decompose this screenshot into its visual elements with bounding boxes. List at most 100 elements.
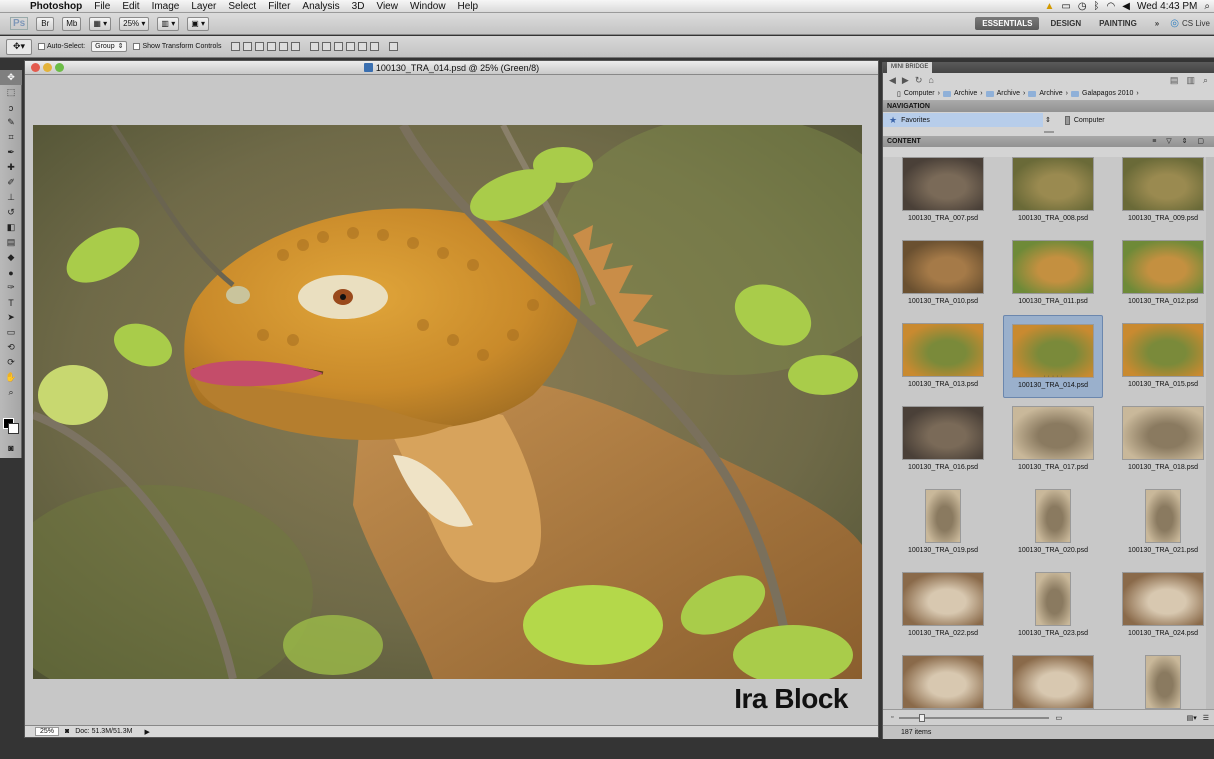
thumbnail-item[interactable]: 100130_TRA_013.psd — [893, 315, 993, 398]
move-tool-icon[interactable]: ✥ — [0, 70, 22, 85]
tools-menu-icon[interactable]: ▥ — [1186, 75, 1195, 86]
type-tool-icon[interactable]: T — [0, 295, 22, 310]
menu-edit[interactable]: Edit — [116, 0, 145, 13]
menu-file[interactable]: File — [88, 0, 116, 13]
rating-dots[interactable]: · · · · · — [1004, 373, 1102, 380]
menu-window[interactable]: Window — [404, 0, 452, 13]
launch-bridge-button[interactable]: Br — [36, 16, 55, 31]
thumbnail-item[interactable] — [893, 647, 993, 710]
auto-select-dropdown[interactable]: Group ⇕ — [91, 41, 128, 52]
menubar-clock[interactable]: Wed 4:43 PM — [1137, 1, 1197, 12]
time-machine-icon[interactable]: ◷ — [1078, 1, 1087, 12]
list-view-icon[interactable]: ☰ — [1203, 714, 1214, 722]
eraser-tool-icon[interactable]: ◧ — [0, 220, 22, 235]
lasso-tool-icon[interactable]: ↄ — [0, 100, 22, 115]
slider-knob[interactable] — [919, 713, 926, 722]
marquee-tool-icon[interactable]: ⬚ — [0, 85, 22, 100]
menu-layer[interactable]: Layer — [185, 0, 222, 13]
thumbnail-item[interactable]: 100130_TRA_018.psd — [1113, 398, 1213, 481]
pen-tool-icon[interactable]: ✑ — [0, 280, 22, 295]
minimize-window-icon[interactable] — [43, 63, 52, 72]
large-thumb-icon[interactable]: ▭ — [1055, 714, 1062, 722]
forward-arrow-icon[interactable]: ▶ — [902, 75, 909, 86]
bluetooth-icon[interactable]: ᛒ — [1094, 1, 1100, 12]
align-top-icon[interactable] — [231, 42, 241, 51]
quick-select-tool-icon[interactable]: ✎ — [0, 115, 22, 130]
align-left-icon[interactable] — [267, 42, 277, 51]
volume-icon[interactable]: ◀ — [1122, 1, 1130, 12]
thumbnail-item[interactable]: 100130_TRA_015.psd — [1113, 315, 1213, 398]
menu-view[interactable]: View — [370, 0, 404, 13]
align-bottom-icon[interactable] — [255, 42, 265, 51]
thumbnail-item[interactable]: 100130_TRA_019.psd — [893, 481, 993, 564]
zoom-tool-icon[interactable]: ⌕ — [0, 385, 22, 400]
thumbnail-item[interactable]: 100130_TRA_024.psd — [1113, 564, 1213, 647]
distribute-left-icon[interactable] — [346, 42, 356, 51]
3d-orbit-tool-icon[interactable]: ⟳ — [0, 355, 22, 370]
dodge-tool-icon[interactable]: ● — [0, 265, 22, 280]
computer-item[interactable]: Computer — [1051, 115, 1105, 125]
battery-icon[interactable]: ▭ — [1061, 1, 1070, 12]
menu-3d[interactable]: 3D — [346, 0, 371, 13]
search-icon[interactable]: ⌕ — [1203, 75, 1208, 86]
menu-image[interactable]: Image — [146, 0, 186, 13]
menu-select[interactable]: Select — [222, 0, 262, 13]
iguana-photo[interactable] — [33, 125, 862, 679]
more-workspaces-button[interactable]: » — [1148, 17, 1166, 30]
thumbnail-item[interactable]: 100130_TRA_012.psd — [1113, 232, 1213, 315]
clone-stamp-tool-icon[interactable]: ⊥ — [0, 190, 22, 205]
breadcrumb-computer[interactable]: Computer — [904, 90, 935, 97]
view-extras-button[interactable]: ▦ ▾ — [89, 16, 112, 31]
blur-tool-icon[interactable]: ◆ — [0, 250, 22, 265]
thumbnail-item[interactable]: 100130_TRA_009.psd — [1113, 157, 1213, 232]
workspace-design[interactable]: DESIGN — [1043, 17, 1088, 30]
thumbnail-item[interactable] — [1113, 647, 1213, 710]
3d-rotate-tool-icon[interactable]: ⟲ — [0, 340, 22, 355]
move-tool-preset-icon[interactable]: ✥▾ — [6, 38, 32, 55]
screen-mode-button[interactable]: ▣ ▾ — [187, 16, 210, 31]
shape-tool-icon[interactable]: ▭ — [0, 325, 22, 340]
background-color-swatch[interactable] — [8, 423, 19, 434]
thumbnail-item[interactable]: 100130_TRA_007.psd — [893, 157, 993, 232]
healing-brush-tool-icon[interactable]: ✚ — [0, 160, 22, 175]
canvas-area[interactable]: Ira Block — [25, 75, 878, 725]
align-right-icon[interactable] — [291, 42, 301, 51]
nav-scroll-icon[interactable]: ⇕ — [1043, 116, 1051, 124]
thumbnail-item[interactable]: 100130_TRA_010.psd — [893, 232, 993, 315]
eyedropper-tool-icon[interactable]: ✒ — [0, 145, 22, 160]
align-hcenter-icon[interactable] — [279, 42, 289, 51]
status-menu-arrow-icon[interactable]: ▶ — [144, 728, 149, 736]
view-options-icon[interactable]: ▤▾ — [1187, 714, 1197, 722]
breadcrumb-archive-3[interactable]: Archive — [1039, 90, 1062, 97]
status-zoom-field[interactable]: 25% — [35, 727, 59, 736]
zoom-window-icon[interactable] — [55, 63, 64, 72]
menu-photoshop[interactable]: Photoshop — [24, 0, 88, 13]
thumbnail-size-slider[interactable] — [899, 713, 1050, 722]
launch-mini-bridge-button[interactable]: Mb — [62, 16, 82, 31]
breadcrumb-galapagos[interactable]: Galapagos 2010 — [1082, 90, 1133, 97]
show-transform-option[interactable]: Show Transform Controls — [133, 43, 221, 50]
back-arrow-icon[interactable]: ◀ — [889, 75, 896, 86]
auto-select-checkbox[interactable] — [38, 43, 45, 50]
auto-select-option[interactable]: Auto-Select: — [38, 43, 85, 50]
small-thumb-icon[interactable]: ▫ — [891, 714, 893, 721]
distribute-vcenter-icon[interactable] — [322, 42, 332, 51]
thumbnail-item[interactable]: 100130_TRA_021.psd — [1113, 481, 1213, 564]
warning-icon[interactable]: ▲ — [1044, 1, 1054, 12]
content-header-icons[interactable]: ≡ ▽ ⇕ ▢ — [1152, 136, 1214, 147]
panel-view-icon[interactable]: ▤ — [1170, 75, 1179, 86]
panel-resize-grip[interactable] — [883, 128, 1214, 136]
brush-tool-icon[interactable]: ✐ — [0, 175, 22, 190]
thumbnail-item[interactable]: 100130_TRA_023.psd — [1003, 564, 1103, 647]
thumbnail-item[interactable]: · · · · · 100130_TRA_014.psd — [1003, 315, 1103, 398]
arrange-documents-button[interactable]: ▥ ▾ — [157, 16, 180, 31]
status-preview-icon[interactable]: ◙ — [65, 728, 69, 735]
menu-help[interactable]: Help — [452, 0, 485, 13]
thumbnail-item[interactable]: 100130_TRA_022.psd — [893, 564, 993, 647]
thumbnail-item[interactable] — [1003, 647, 1103, 710]
breadcrumb-archive-2[interactable]: Archive — [997, 90, 1020, 97]
menu-filter[interactable]: Filter — [262, 0, 296, 13]
gradient-tool-icon[interactable]: ▤ — [0, 235, 22, 250]
content-scrollbar[interactable] — [1206, 157, 1214, 710]
path-select-tool-icon[interactable]: ➤ — [0, 310, 22, 325]
